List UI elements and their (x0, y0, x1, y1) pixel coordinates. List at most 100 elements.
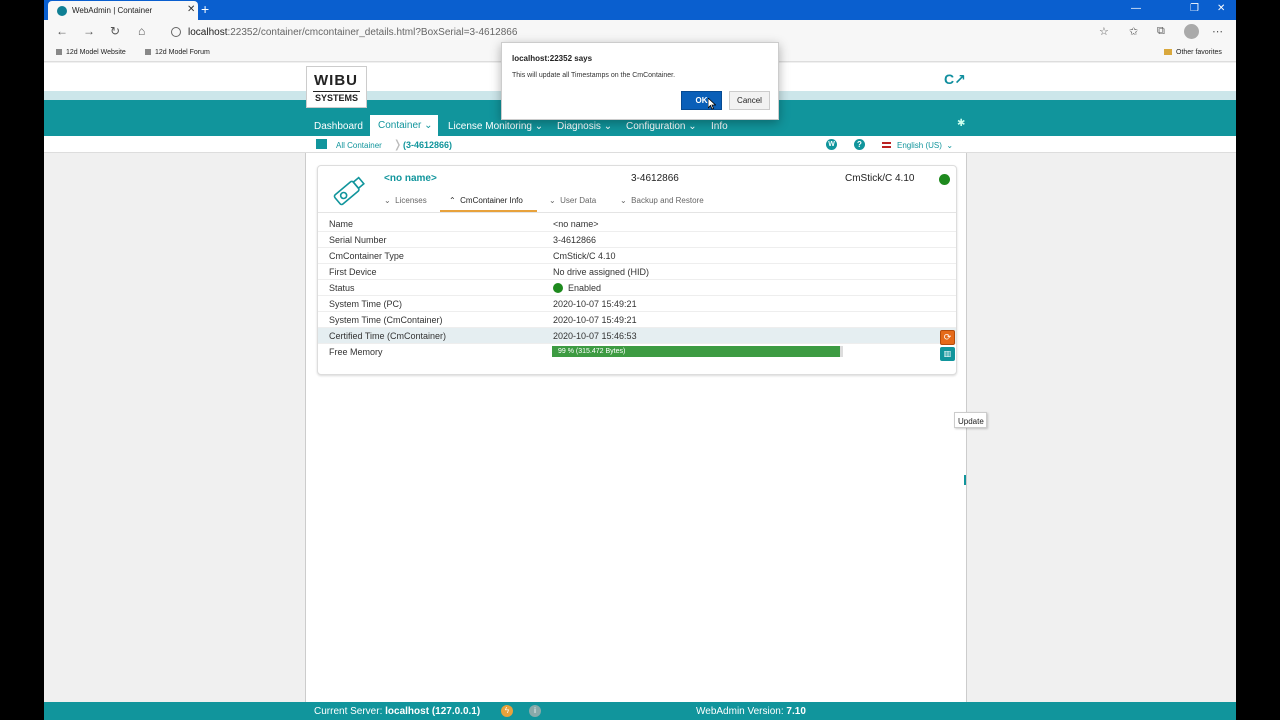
server-value: localhost (127.0.0.1) (385, 706, 481, 717)
info-value: No drive assigned (HID) (553, 267, 650, 277)
info-key: CmContainer Type (329, 251, 404, 261)
tab-user-data-label: User Data (560, 196, 597, 205)
tab-backup-restore[interactable]: ⌄ Backup and Restore (620, 196, 704, 205)
info-row: Name <no name> (318, 216, 956, 232)
browser-addressbar: ← → ↻ ⌂ localhost:22352/container/cmcont… (44, 20, 1236, 44)
cancel-button[interactable]: Cancel (729, 91, 770, 110)
menu-info[interactable]: Info (711, 121, 728, 132)
update-timestamps-button[interactable]: ⟳ (940, 330, 955, 345)
container-name: <no name> (384, 173, 437, 184)
favorites-icon[interactable]: ✩ (1129, 25, 1138, 38)
tab-cmcontainer-info-label: CmContainer Info (460, 196, 523, 205)
back-icon[interactable]: ← (56, 24, 68, 38)
site-info-icon[interactable] (171, 27, 181, 37)
enabled-dot-icon (553, 283, 563, 293)
browser-window: WebAdmin | Container ✕ + — ❐ ✕ ← → ↻ ⌂ l… (44, 0, 1236, 720)
panel-resize-handle[interactable] (964, 475, 966, 485)
current-server: Current Server: localhost (127.0.0.1) (314, 706, 480, 717)
info-row: First Device No drive assigned (HID) (318, 264, 956, 280)
url-host: localhost (188, 27, 228, 38)
other-favorites-label: Other favorites (1176, 49, 1222, 56)
mouse-cursor-icon (708, 98, 716, 110)
new-tab-button[interactable]: + (201, 1, 209, 17)
bookmark-item[interactable]: 12d Model Forum (145, 49, 210, 56)
server-label: Current Server: (314, 706, 383, 717)
language-selector[interactable]: English (US) ⌄ (882, 141, 953, 150)
tab-close-icon[interactable]: ✕ (187, 4, 195, 15)
breadcrumb-all-container[interactable]: All Container (336, 141, 382, 150)
tab-divider (318, 212, 956, 213)
update-tooltip: Update (954, 412, 987, 428)
webadmin-page: C↗ WIBU SYSTEMS Dashboard Container ⌄ Li… (44, 63, 1236, 720)
webadmin-favicon-icon (57, 6, 67, 16)
menu-license-monitoring[interactable]: License Monitoring ⌄ (448, 121, 543, 132)
info-row-certified-time: Certified Time (CmContainer) 2020-10-07 1… (318, 328, 956, 344)
help-icon[interactable]: ? (854, 139, 865, 150)
reload-icon[interactable]: ↻ (110, 24, 120, 38)
bookmark-icon (56, 49, 62, 55)
pin-icon[interactable]: ✱ (957, 118, 965, 129)
container-type: CmStick/C 4.10 (845, 173, 915, 184)
logo-systems-text: SYSTEMS (313, 91, 360, 103)
container-serial: 3-4612866 (631, 173, 679, 184)
container-card: <no name> 3-4612866 CmStick/C 4.10 ⌄ Lic… (317, 165, 957, 375)
more-icon[interactable]: ⋯ (1212, 25, 1223, 38)
wibu-logo[interactable]: WIBU SYSTEMS (306, 66, 367, 108)
restore-icon[interactable]: ❐ (1190, 3, 1199, 14)
forward-icon[interactable]: → (83, 24, 95, 38)
memory-chart-button[interactable]: ▥ (940, 347, 955, 361)
webadmin-version: WebAdmin Version: 7.10 (696, 706, 806, 717)
info-value: 2020-10-07 15:49:21 (553, 315, 637, 325)
tab-title: WebAdmin | Container (72, 6, 153, 15)
version-value: 7.10 (786, 706, 806, 717)
menu-dashboard[interactable]: Dashboard (314, 121, 363, 132)
version-label: WebAdmin Version: (696, 706, 784, 717)
container-box-icon (316, 139, 327, 149)
favorite-star-icon[interactable]: ☆ (1099, 25, 1109, 38)
window-close-icon[interactable]: ✕ (1217, 3, 1225, 14)
menu-container[interactable]: Container ⌄ (370, 115, 438, 136)
home-icon[interactable]: ⌂ (138, 24, 145, 38)
us-flag-icon (882, 142, 891, 148)
menu-configuration[interactable]: Configuration ⌄ (626, 121, 697, 132)
breadcrumb-serial: (3-4612866) (403, 140, 453, 150)
info-row: CmContainer Type CmStick/C 4.10 (318, 248, 956, 264)
collections-icon[interactable]: ⧉ (1157, 25, 1165, 38)
bookmark-label: 12d Model Forum (155, 49, 210, 56)
usb-stick-icon (333, 176, 365, 206)
info-key: Serial Number (329, 235, 387, 245)
server-info-icon[interactable]: i (529, 705, 541, 717)
tab-licenses-label: Licenses (395, 196, 427, 205)
status-text: Enabled (568, 283, 602, 293)
profile-avatar[interactable] (1184, 24, 1199, 39)
breadcrumb: All Container ❭ (3-4612866) W ? English … (44, 136, 1236, 153)
tab-user-data[interactable]: ⌄ User Data (549, 196, 596, 205)
free-memory-bar: 99 % (315.472 Bytes) (552, 346, 843, 357)
status-footer: Current Server: localhost (127.0.0.1) ϟ … (44, 702, 1236, 720)
info-key: Certified Time (CmContainer) (329, 331, 447, 341)
info-row: System Time (PC) 2020-10-07 15:49:21 (318, 296, 956, 312)
bookmark-item[interactable]: 12d Model Website (56, 49, 126, 56)
wibu-w-icon[interactable]: W (826, 139, 837, 150)
minimize-icon[interactable]: — (1131, 3, 1141, 14)
info-key: System Time (PC) (329, 299, 403, 309)
info-row: System Time (CmContainer) 2020-10-07 15:4… (318, 312, 956, 328)
info-key: Status (329, 283, 355, 293)
tab-backup-restore-label: Backup and Restore (631, 196, 704, 205)
tab-cmcontainer-info[interactable]: ⌃ CmContainer Info (449, 196, 523, 205)
info-key: System Time (CmContainer) (329, 315, 443, 325)
lightning-icon[interactable]: ϟ (501, 705, 513, 717)
folder-icon (1164, 49, 1172, 55)
dialog-message: This will update all Timestamps on the C… (512, 72, 676, 79)
info-key: First Device (329, 267, 377, 277)
browser-tab[interactable]: WebAdmin | Container ✕ (48, 1, 198, 20)
tab-licenses[interactable]: ⌄ Licenses (384, 196, 427, 205)
browser-tabbar: WebAdmin | Container ✕ + — ❐ ✕ (44, 0, 1236, 20)
logo-wibu-text: WIBU (314, 72, 358, 89)
menu-diagnosis[interactable]: Diagnosis ⌄ (557, 121, 612, 132)
language-label: English (US) (897, 141, 942, 150)
info-value: CmStick/C 4.10 (553, 251, 616, 261)
info-key: Name (329, 219, 354, 229)
url-field[interactable]: localhost:22352/container/cmcontainer_de… (188, 27, 517, 38)
other-favorites[interactable]: Other favorites (1164, 49, 1222, 56)
